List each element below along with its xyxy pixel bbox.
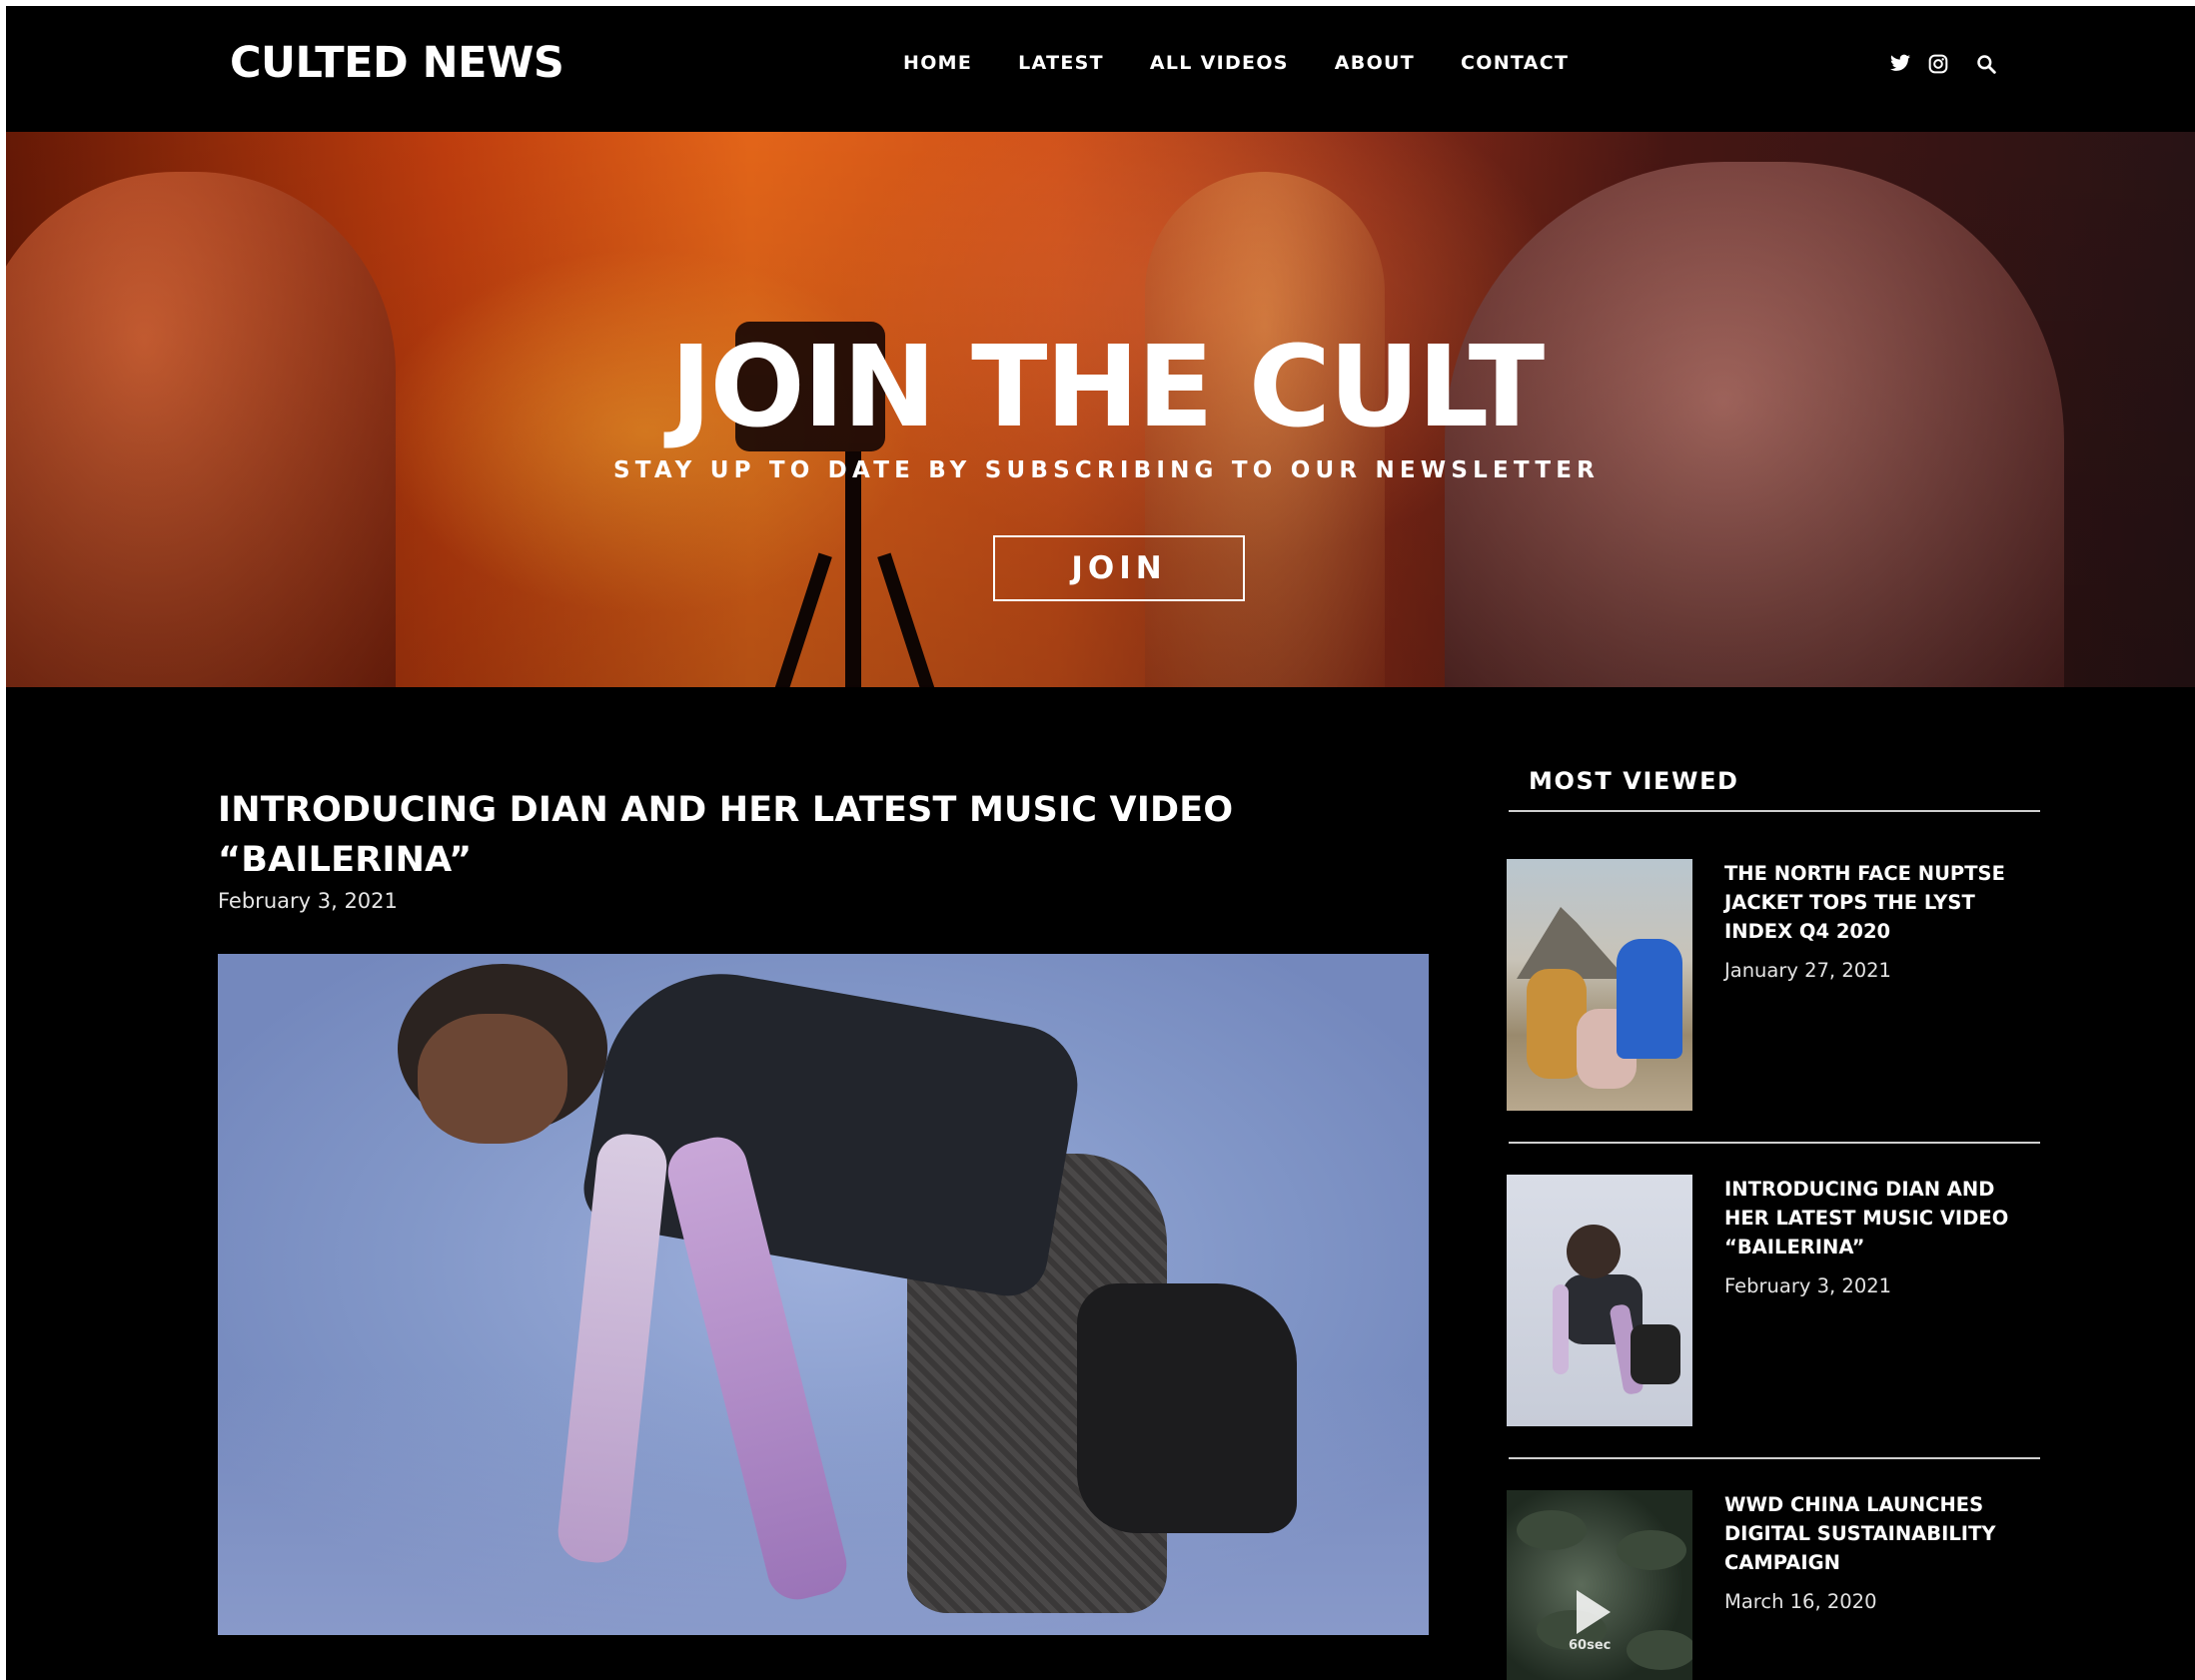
sidebar-item-date: March 16, 2020: [1724, 1590, 1877, 1613]
article-title[interactable]: INTRODUCING DIAN AND HER LATEST MUSIC VI…: [218, 785, 1437, 885]
main-nav: HOME LATEST ALL VIDEOS ABOUT CONTACT: [903, 52, 1615, 74]
hero-subtitle: STAY UP TO DATE BY SUBSCRIBING TO OUR NE…: [612, 457, 1601, 483]
sidebar-heading: MOST VIEWED: [1529, 767, 1739, 795]
nav-contact[interactable]: CONTACT: [1461, 52, 1569, 74]
sidebar-item[interactable]: 60sec WWD CHINA LAUNCHES DIGITAL SUSTAIN…: [1507, 1490, 2046, 1680]
nav-about[interactable]: ABOUT: [1335, 52, 1415, 74]
article-date: February 3, 2021: [218, 889, 398, 913]
divider: [1509, 1457, 2040, 1459]
page: CULTED NEWS HOME LATEST ALL VIDEOS ABOUT…: [6, 6, 2195, 1680]
nav-home[interactable]: HOME: [903, 52, 972, 74]
search-icon[interactable]: [1976, 54, 1998, 76]
play-icon[interactable]: [1577, 1590, 1611, 1634]
hero-title: JOIN THE CULT: [669, 323, 1545, 452]
sidebar-item-date: January 27, 2021: [1724, 959, 1891, 982]
sidebar-item-thumbnail[interactable]: [1507, 859, 1692, 1111]
site-header: CULTED NEWS HOME LATEST ALL VIDEOS ABOUT…: [6, 6, 2195, 132]
nav-all-videos[interactable]: ALL VIDEOS: [1150, 52, 1289, 74]
header-icons: [1890, 54, 1998, 76]
twitter-icon[interactable]: [1890, 54, 1912, 76]
sidebar-item-title[interactable]: INTRODUCING DIAN AND HER LATEST MUSIC VI…: [1724, 1175, 2034, 1261]
video-duration-badge: 60sec: [1569, 1638, 1612, 1653]
sidebar-item[interactable]: INTRODUCING DIAN AND HER LATEST MUSIC VI…: [1507, 1175, 2046, 1434]
sidebar-item-date: February 3, 2021: [1724, 1274, 1892, 1297]
join-button[interactable]: JOIN: [993, 535, 1245, 601]
sidebar-item-title[interactable]: THE NORTH FACE NUPTSE JACKET TOPS THE LY…: [1724, 859, 2034, 946]
sidebar-item-thumbnail[interactable]: [1507, 1175, 1692, 1426]
divider: [1509, 1142, 2040, 1144]
sidebar-item[interactable]: THE NORTH FACE NUPTSE JACKET TOPS THE LY…: [1507, 859, 2046, 1119]
article-featured-image[interactable]: [218, 954, 1429, 1635]
newsletter-hero: JOIN THE CULT STAY UP TO DATE BY SUBSCRI…: [6, 132, 2195, 687]
sidebar-item-thumbnail[interactable]: 60sec: [1507, 1490, 1692, 1680]
site-logo[interactable]: CULTED NEWS: [230, 38, 564, 88]
instagram-icon[interactable]: [1928, 54, 1950, 76]
nav-latest[interactable]: LATEST: [1018, 52, 1104, 74]
sidebar-item-title[interactable]: WWD CHINA LAUNCHES DIGITAL SUSTAINABILIT…: [1724, 1490, 2034, 1577]
divider: [1509, 810, 2040, 812]
